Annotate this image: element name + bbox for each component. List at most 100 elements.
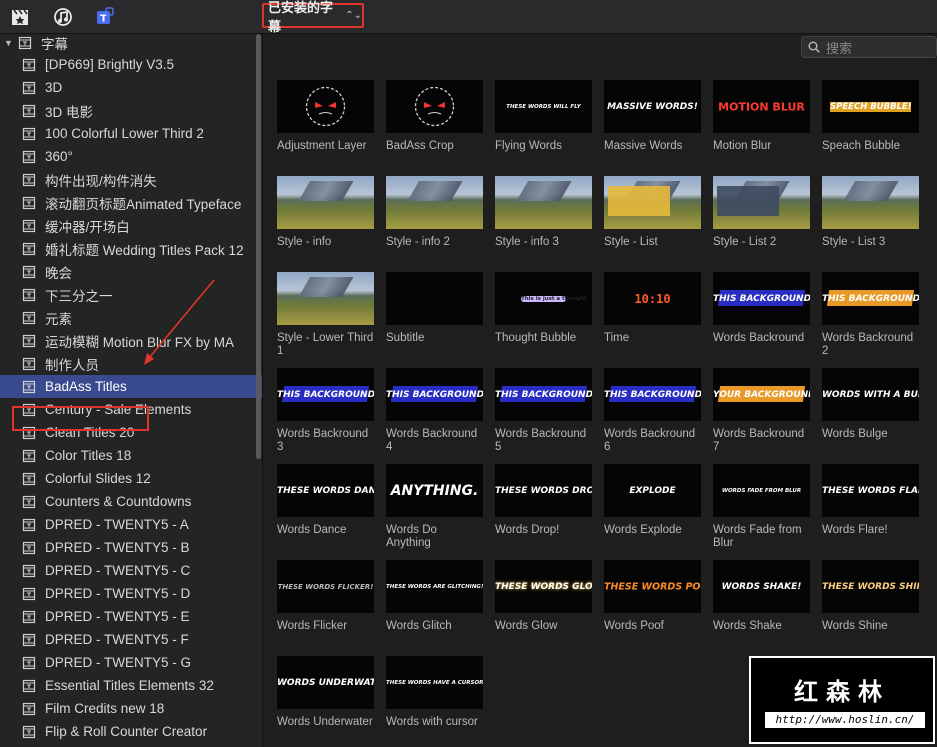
thumbnail-image[interactable]: This is just a thought [495, 272, 592, 325]
sidebar-item[interactable]: 滚动翻页标题Animated Typeface [0, 191, 262, 214]
disclosure-triangle-icon[interactable]: ▼ [4, 38, 14, 48]
title-thumbnail-item[interactable]: Adjustment Layer [277, 80, 374, 153]
title-thumbnail-item[interactable]: THESE WORDS WILL FLY Flying Words [495, 80, 592, 153]
thumbnail-image[interactable]: THESE WORDS GLOW! [495, 560, 592, 613]
thumbnail-image[interactable]: THIS BACKGROUND [822, 272, 919, 325]
thumbnail-image[interactable]: YOUR BACKGROUND [713, 368, 810, 421]
clapper-icon[interactable] [10, 7, 30, 27]
sidebar-item[interactable]: 构件出现/构件消失 [0, 168, 262, 191]
sidebar-item[interactable]: DPRED - TWENTY5 - B [0, 536, 262, 559]
title-thumbnail-item[interactable]: WORDS WITH A BUMP Words Bulge [822, 368, 919, 441]
title-thumbnail-item[interactable]: Style - List [604, 176, 701, 249]
title-thumbnail-item[interactable]: 10:10 Time [604, 272, 701, 345]
thumbnail-image[interactable]: THESE WORDS SHINE! [822, 560, 919, 613]
thumbnail-image[interactable]: SPEECH BUBBLE! [822, 80, 919, 133]
sidebar-item[interactable]: 3D 电影 [0, 99, 262, 122]
thumbnail-image[interactable]: MOTION BLUR [713, 80, 810, 133]
title-thumbnail-item[interactable]: THESE WORDS FLARE Words Flare! [822, 464, 919, 537]
sidebar-scrollbar[interactable] [256, 34, 261, 459]
title-thumbnail-item[interactable]: EXPLODE Words Explode [604, 464, 701, 537]
title-thumbnail-item[interactable]: BadAss Crop [386, 80, 483, 153]
title-thumbnail-item[interactable]: Style - info 2 [386, 176, 483, 249]
thumbnail-image[interactable] [604, 176, 701, 229]
sidebar-item[interactable]: Film Credits new 18 [0, 697, 262, 720]
title-thumbnail-item[interactable]: Style - List 3 [822, 176, 919, 249]
sidebar-item[interactable]: Color Titles 18 [0, 444, 262, 467]
thumbnail-image[interactable]: THESE WORDS DROP! [495, 464, 592, 517]
sidebar-item[interactable]: [DP669] Brightly V3.5 [0, 53, 262, 76]
thumbnail-image[interactable]: THESE WORDS POOF! [604, 560, 701, 613]
sidebar-item[interactable]: DPRED - TWENTY5 - C [0, 559, 262, 582]
thumbnail-image[interactable]: THESE WORDS FLICKER! [277, 560, 374, 613]
sidebar-item[interactable]: Counters & Countdowns [0, 490, 262, 513]
title-thumbnail-item[interactable]: YOUR BACKGROUND Words Backround 7 [713, 368, 810, 454]
sidebar-item[interactable]: DPRED - TWENTY5 - E [0, 605, 262, 628]
music-note-icon[interactable] [53, 7, 73, 27]
sidebar-item[interactable]: Flip & Roll Counter Creator [0, 720, 262, 743]
title-thumbnail-item[interactable]: THIS BACKGROUND Words Backround 5 [495, 368, 592, 454]
thumbnail-image[interactable] [386, 80, 483, 133]
sidebar-item[interactable]: DPRED - TWENTY5 - A [0, 513, 262, 536]
titles-icon[interactable]: T [95, 7, 115, 27]
thumbnail-image[interactable]: 10:10 [604, 272, 701, 325]
title-thumbnail-item[interactable]: THESE WORDS DANCE! Words Dance [277, 464, 374, 537]
title-thumbnail-item[interactable]: THIS BACKGROUND Words Backround 6 [604, 368, 701, 454]
thumbnail-image[interactable]: THESE WORDS DANCE! [277, 464, 374, 517]
title-thumbnail-item[interactable]: THESE WORDS SHINE! Words Shine [822, 560, 919, 633]
title-thumbnail-item[interactable]: This is just a thought Thought Bubble [495, 272, 592, 345]
thumbnail-image[interactable]: WORDS FADE FROM BLUR [713, 464, 810, 517]
thumbnail-image[interactable]: THIS BACKGROUNDS [386, 368, 483, 421]
title-thumbnail-item[interactable]: SPEECH BUBBLE! Speach Bubble [822, 80, 919, 153]
library-selector[interactable]: 已安装的字幕 ⌃⌄ [262, 0, 364, 34]
thumbnail-image[interactable]: EXPLODE [604, 464, 701, 517]
sidebar-item[interactable]: 100 Colorful Lower Third 2 [0, 122, 262, 145]
title-thumbnail-item[interactable]: THIS BACKGROUND Words Backround 2 [822, 272, 919, 358]
sidebar-item[interactable]: Essential Titles Elements 32 [0, 674, 262, 697]
title-thumbnail-item[interactable]: WORDS SHAKE! Words Shake [713, 560, 810, 633]
title-thumbnail-item[interactable]: ANYTHING. Words Do Anything [386, 464, 483, 550]
title-thumbnail-item[interactable]: THESE WORDS GLOW! Words Glow [495, 560, 592, 633]
thumbnail-image[interactable] [277, 176, 374, 229]
title-thumbnail-item[interactable]: THESE WORDS POOF! Words Poof [604, 560, 701, 633]
thumbnail-image[interactable] [277, 272, 374, 325]
sidebar-item[interactable]: 元素 [0, 306, 262, 329]
thumbnail-image[interactable]: THIS BACKGROUND [277, 368, 374, 421]
thumbnail-image[interactable]: THIS BACKGROUND [604, 368, 701, 421]
title-thumbnail-item[interactable]: THIS BACKGROUNDS Words Backround 4 [386, 368, 483, 454]
title-thumbnail-item[interactable]: WORDS UNDERWATER Words Underwater [277, 656, 374, 729]
sidebar-item[interactable]: 婚礼标题 Wedding Titles Pack 12 [0, 237, 262, 260]
thumbnail-image[interactable]: ANYTHING. [386, 464, 483, 517]
title-thumbnail-item[interactable]: MOTION BLUR Motion Blur [713, 80, 810, 153]
thumbnail-image[interactable]: THESE WORDS HAVE A CURSOR [386, 656, 483, 709]
title-thumbnail-item[interactable]: MASSIVE WORDS! Massive Words [604, 80, 701, 153]
sidebar-item[interactable]: 3D [0, 76, 262, 99]
title-thumbnail-item[interactable]: Subtitle [386, 272, 483, 345]
thumbnail-image[interactable]: WORDS UNDERWATER [277, 656, 374, 709]
title-thumbnail-item[interactable]: THIS BACKGROUND Words Backround 3 [277, 368, 374, 454]
title-thumbnail-item[interactable]: Style - info 3 [495, 176, 592, 249]
title-thumbnail-item[interactable]: THESE WORDS DROP! Words Drop! [495, 464, 592, 537]
sidebar-item[interactable]: BadAss Titles [0, 375, 262, 398]
sidebar-item[interactable]: 晚会 [0, 260, 262, 283]
thumbnail-image[interactable]: THESE WORDS WILL FLY [495, 80, 592, 133]
sidebar-item[interactable]: Colorful Slides 12 [0, 467, 262, 490]
thumbnail-image[interactable] [277, 80, 374, 133]
title-thumbnail-item[interactable]: THESE WORDS HAVE A CURSOR Words with curs… [386, 656, 483, 729]
thumbnail-image[interactable]: MASSIVE WORDS! [604, 80, 701, 133]
thumbnail-image[interactable]: WORDS WITH A BUMP [822, 368, 919, 421]
sidebar-root-titles[interactable]: ▼ 字幕 [0, 34, 252, 54]
title-thumbnail-item[interactable]: Style - Lower Third 1 [277, 272, 374, 358]
title-thumbnail-item[interactable]: THESE WORDS FLICKER! Words Flicker [277, 560, 374, 633]
thumbnail-image[interactable]: THESE WORDS ARE GLITCHING! [386, 560, 483, 613]
search-input[interactable]: 搜索 [801, 36, 937, 58]
sidebar-item[interactable]: 制作人员 [0, 352, 262, 375]
title-thumbnail-item[interactable]: THIS BACKGROUND Words Backround [713, 272, 810, 345]
thumbnail-image[interactable]: THIS BACKGROUND [495, 368, 592, 421]
sidebar-item[interactable]: DPRED - TWENTY5 - D [0, 582, 262, 605]
title-thumbnail-item[interactable]: Style - List 2 [713, 176, 810, 249]
thumbnail-image[interactable] [713, 176, 810, 229]
thumbnail-image[interactable]: WORDS SHAKE! [713, 560, 810, 613]
sidebar-item[interactable]: DPRED - TWENTY5 - F [0, 628, 262, 651]
thumbnail-image[interactable] [495, 176, 592, 229]
thumbnail-image[interactable]: THESE WORDS FLARE [822, 464, 919, 517]
